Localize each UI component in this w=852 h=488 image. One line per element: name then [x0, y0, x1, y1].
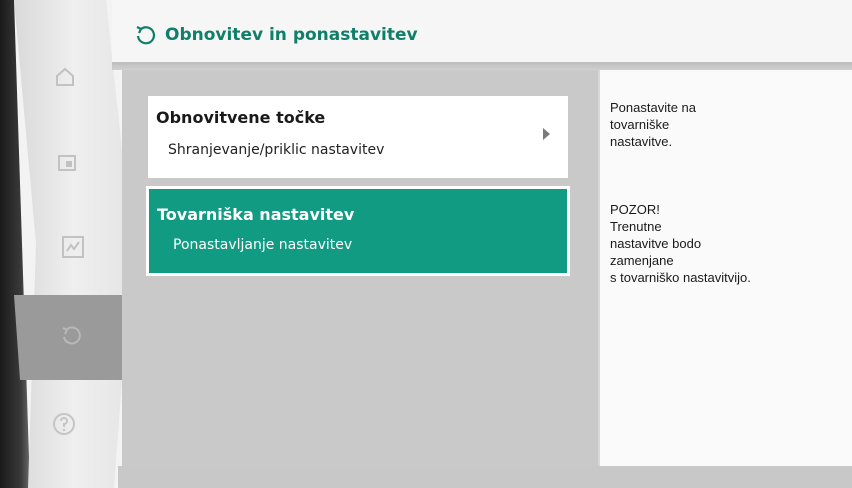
page-title-text: Obnovitev in ponastavitev	[165, 25, 418, 45]
sidebar-item-help[interactable]	[48, 408, 80, 440]
diagnostics-icon	[62, 236, 84, 258]
menu-item-title: Tovarniška nastavitev	[157, 205, 355, 224]
sidebar-item-settings[interactable]	[52, 148, 82, 178]
info-panel: Ponastavite na tovarniške nastavitve. PO…	[598, 70, 852, 466]
home-icon	[56, 67, 74, 86]
sidebar-item-diagnostics[interactable]	[56, 230, 90, 264]
menu-item-factory-reset[interactable]: Tovarniška nastavitev Ponastavljanje nas…	[146, 186, 570, 276]
menu-item-title: Obnovitvene točke	[156, 108, 326, 127]
header-divider	[112, 62, 852, 70]
bottom-bar	[118, 466, 852, 488]
info-warning: POZOR! Trenutne nastavitve bodo zamenjan…	[610, 202, 751, 285]
info-description: Ponastavite na tovarniške nastavitve.	[610, 100, 697, 149]
sidebar-item-restore[interactable]	[56, 320, 88, 352]
menu-item-subtitle: Shranjevanje/priklic nastavitev	[168, 142, 385, 158]
page-title: Obnovitev in ponastavitev	[135, 24, 418, 46]
restore-icon	[136, 26, 156, 45]
help-icon	[53, 413, 75, 435]
menu-item-subtitle: Ponastavljanje nastavitev	[173, 237, 353, 253]
settings-icon	[58, 155, 76, 171]
info-text: Ponastavite na tovarniške nastavitve. PO…	[610, 82, 751, 303]
sidebar-item-home[interactable]	[50, 62, 80, 92]
chevron-right-icon	[543, 128, 550, 140]
restore-icon	[62, 326, 81, 345]
menu-item-restore-points[interactable]: Obnovitvene točke Shranjevanje/priklic n…	[148, 96, 568, 178]
